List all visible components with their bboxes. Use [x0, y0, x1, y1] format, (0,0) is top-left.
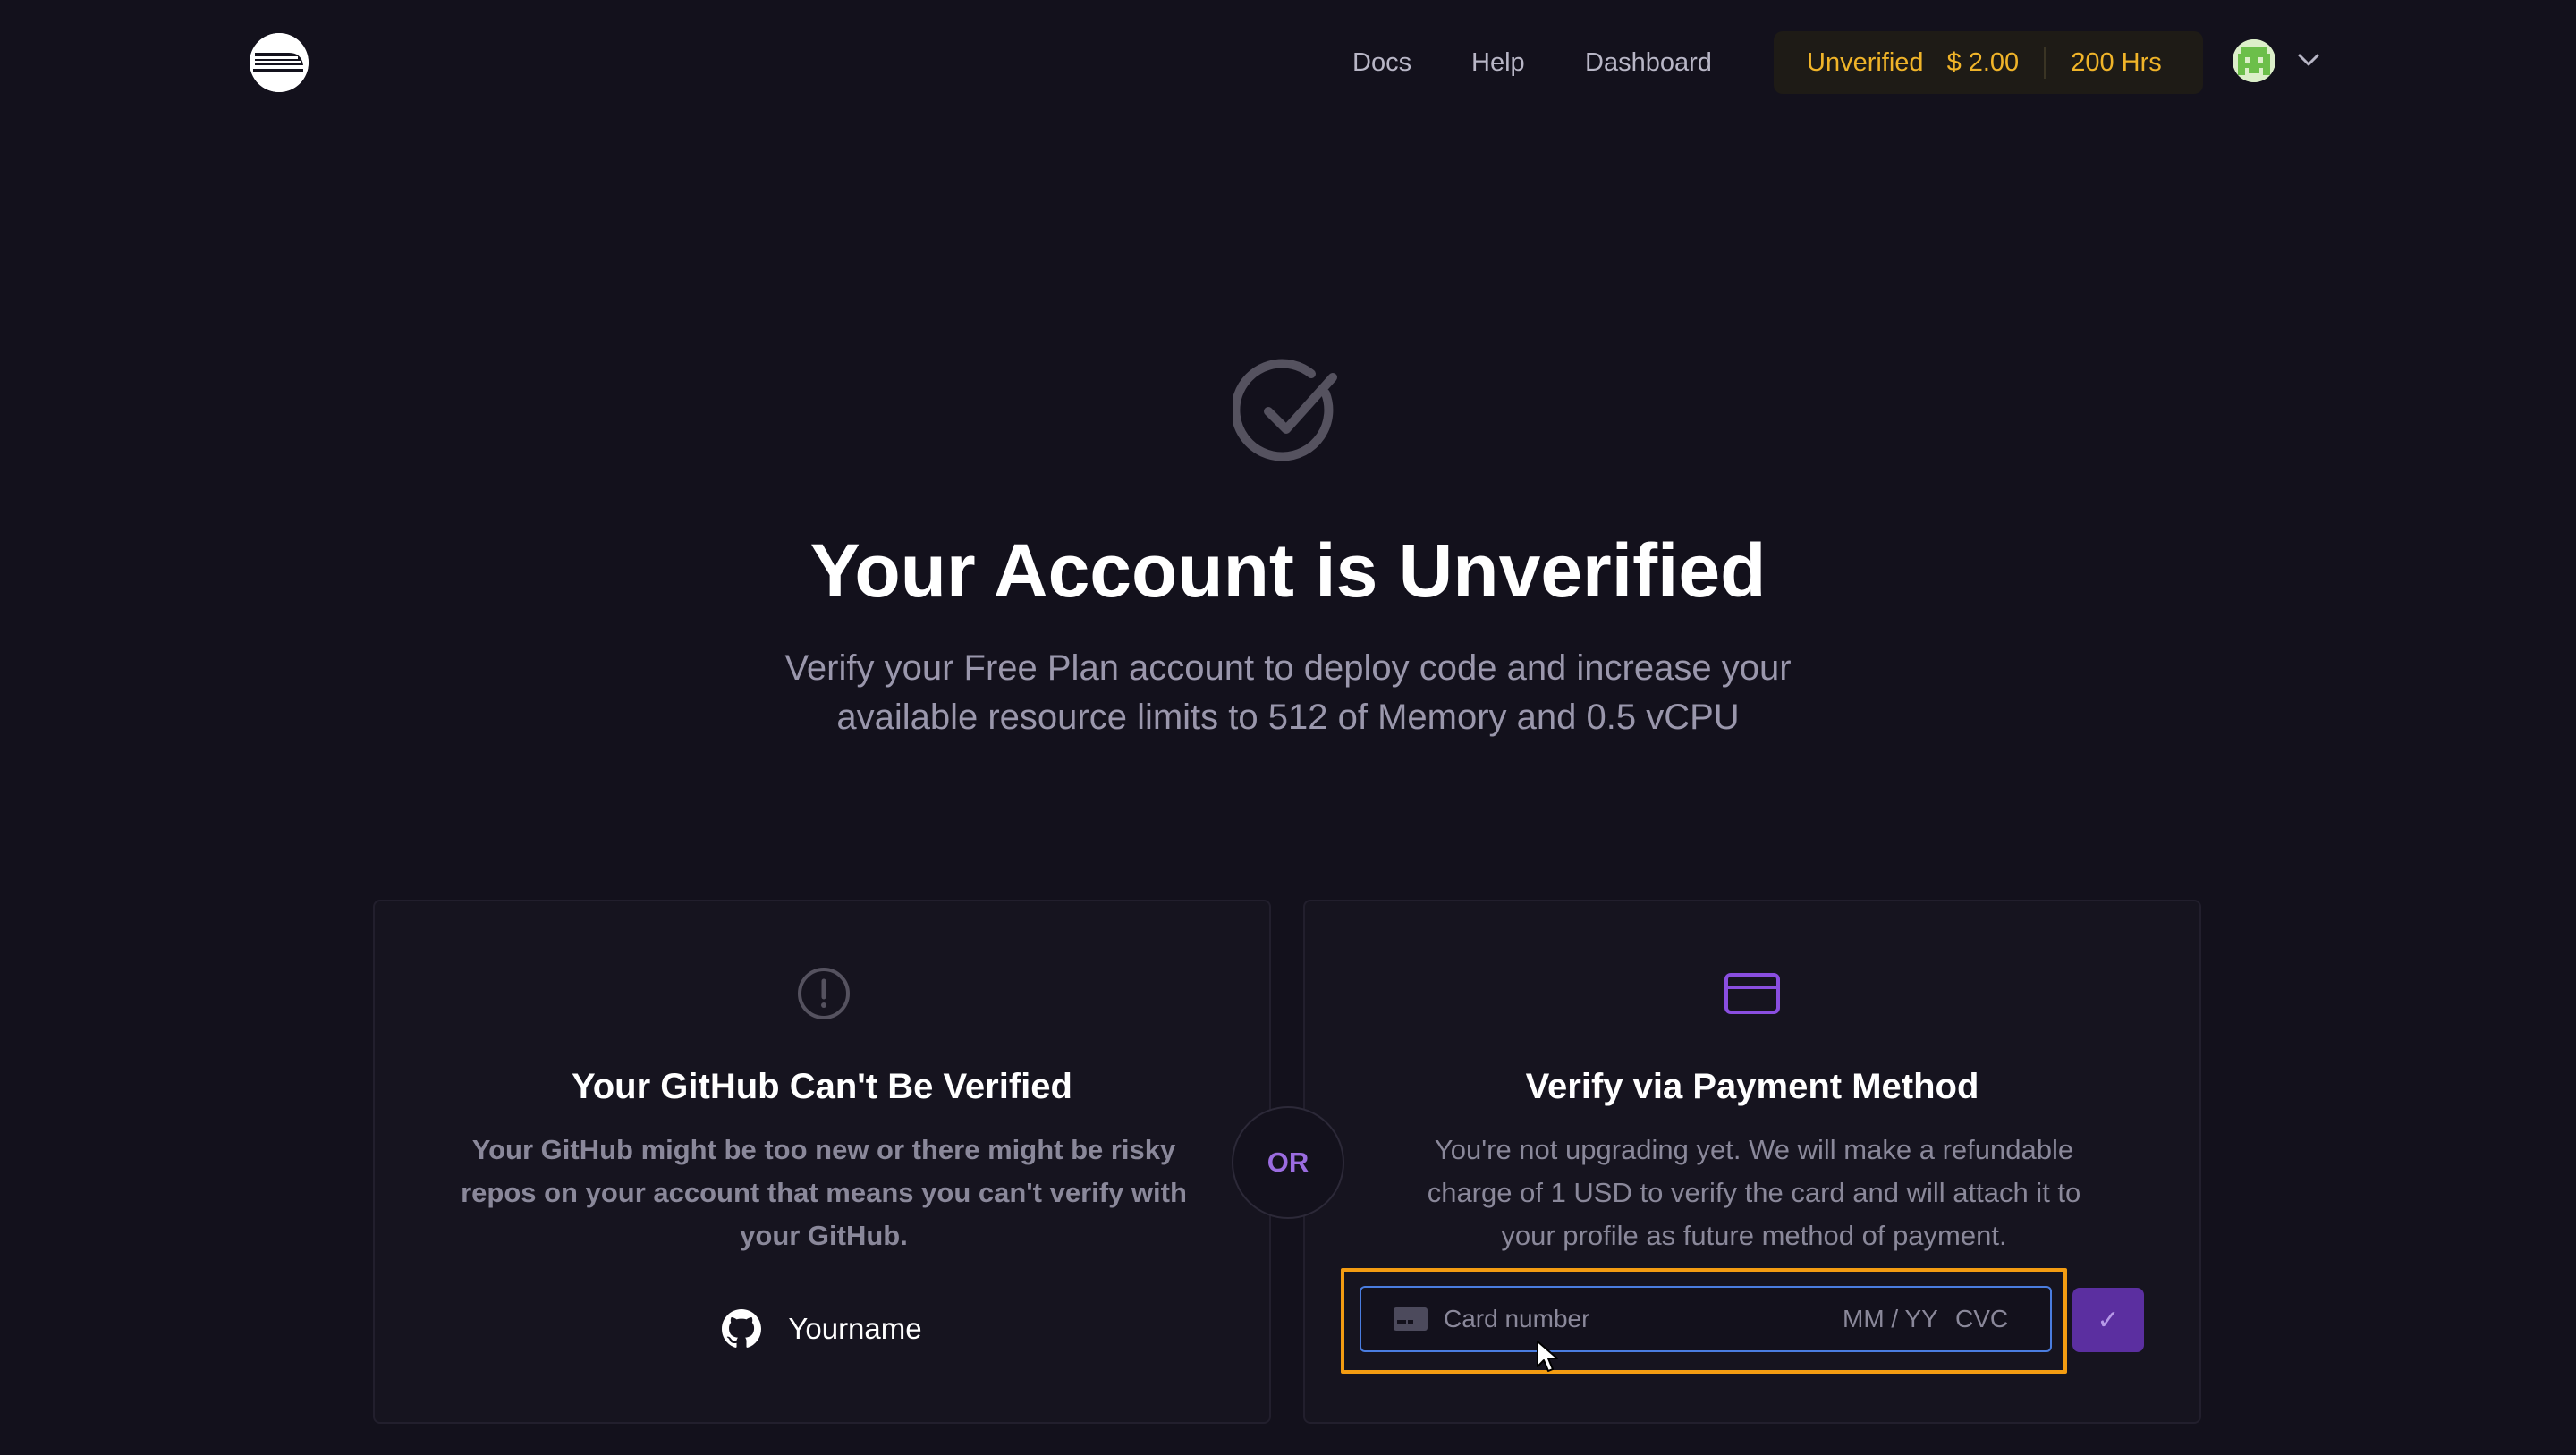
- subtitle-line: available resource limits to 512 of Memo…: [836, 698, 1740, 737]
- cvc-field[interactable]: CVC: [1955, 1304, 2008, 1334]
- description-line: Your GitHub might be too new or there mi…: [471, 1134, 1176, 1165]
- github-card-description: Your GitHub might be too new or there mi…: [411, 1129, 1237, 1257]
- page-subtitle: Verify your Free Plan account to deploy …: [707, 644, 1869, 742]
- credit-card-icon: [1724, 973, 1780, 1014]
- card-chip-icon: [1394, 1307, 1428, 1331]
- description-line: your profile as future method of payment…: [1501, 1220, 2007, 1251]
- credit-balance: $ 2.00: [1946, 47, 2020, 77]
- logo-icon[interactable]: [250, 33, 309, 92]
- mouse-cursor-icon: [1537, 1341, 1558, 1372]
- submit-card-button[interactable]: ✓: [2072, 1288, 2144, 1352]
- description-line: your GitHub.: [740, 1220, 908, 1251]
- nav-docs-link[interactable]: Docs: [1352, 47, 1411, 79]
- github-verification-card: Your GitHub Can't Be Verified Your GitHu…: [373, 900, 1271, 1424]
- alert-circle-icon: [798, 968, 850, 1019]
- payment-card-description: You're not upgrading yet. We will make a…: [1341, 1129, 2167, 1257]
- description-line: You're not upgrading yet. We will make a…: [1434, 1134, 2074, 1165]
- hours-balance: 200 Hrs: [2071, 47, 2162, 77]
- card-number-field[interactable]: Card number: [1444, 1304, 1589, 1334]
- payment-card-title: Verify via Payment Method: [1525, 1067, 1979, 1106]
- nav-dashboard-link[interactable]: Dashboard: [1585, 47, 1712, 79]
- status-label: Unverified: [1807, 47, 1924, 77]
- expiry-field[interactable]: MM / YY: [1843, 1304, 1938, 1334]
- check-icon: ✓: [2097, 1305, 2120, 1335]
- page-title: Your Account is Unverified: [809, 529, 1767, 613]
- description-line: repos on your account that means you can…: [461, 1177, 1187, 1208]
- check-circle-icon: [1233, 359, 1337, 461]
- avatar-icon[interactable]: [2233, 39, 2275, 82]
- github-icon: [722, 1309, 762, 1348]
- or-separator: OR: [1232, 1106, 1344, 1219]
- github-account[interactable]: Yourname: [375, 1309, 1269, 1349]
- github-card-title: Your GitHub Can't Be Verified: [572, 1067, 1072, 1106]
- subtitle-line: Verify your Free Plan account to deploy …: [784, 648, 1792, 688]
- chevron-down-icon[interactable]: [2295, 47, 2322, 73]
- description-line: charge of 1 USD to verify the card and w…: [1427, 1177, 2081, 1208]
- github-username: Yourname: [788, 1312, 922, 1345]
- nav-help-link[interactable]: Help: [1471, 47, 1525, 79]
- account-status-pill[interactable]: Unverified $ 2.00 200 Hrs: [1774, 31, 2203, 94]
- card-details-input[interactable]: Card number MM / YY CVC: [1360, 1286, 2052, 1352]
